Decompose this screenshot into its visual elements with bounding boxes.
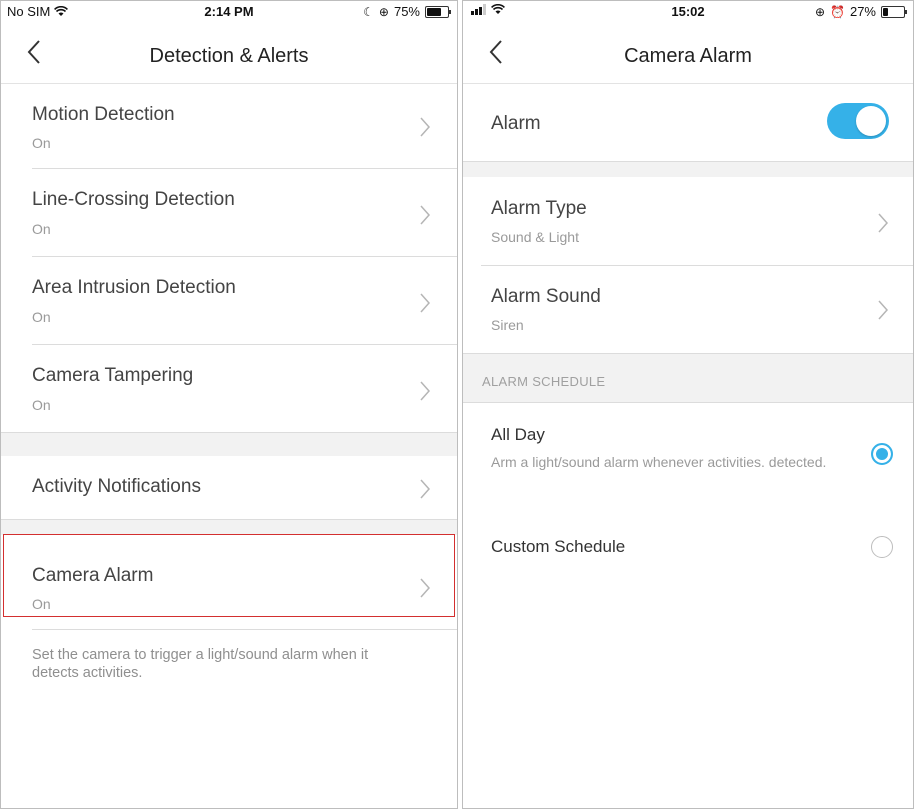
battery-percent: 27% — [849, 4, 876, 19]
divider — [32, 629, 457, 630]
item-label: Alarm Sound — [491, 286, 601, 307]
nav-bar: Detection & Alerts — [1, 21, 457, 84]
page-title: Camera Alarm — [624, 45, 752, 67]
list-item-activity-notifications[interactable]: Activity Notifications — [1, 456, 457, 519]
battery-icon — [881, 5, 907, 18]
item-value: Siren — [491, 317, 524, 333]
list-item-camera-tampering[interactable]: Camera Tampering On — [1, 345, 457, 432]
alarm-clock-icon: ⏰ — [830, 4, 845, 19]
option-label: All Day — [491, 425, 545, 444]
section-gap — [1, 519, 457, 536]
item-label: Camera Alarm — [32, 565, 154, 586]
list-item-alarm-type[interactable]: Alarm Type Sound & Light — [463, 177, 913, 265]
item-label: Activity Notifications — [32, 476, 201, 497]
rotation-lock-icon: ⊕ — [814, 4, 826, 19]
list-item-camera-alarm[interactable]: Camera Alarm On — [1, 535, 457, 617]
chevron-right-icon — [878, 300, 889, 320]
section-header-alarm-schedule: ALARM SCHEDULE — [463, 353, 913, 403]
all-day-radio[interactable] — [871, 443, 893, 465]
section-header-label: ALARM SCHEDULE — [482, 374, 606, 389]
option-custom-schedule[interactable]: Custom Schedule — [463, 521, 913, 571]
option-description: Arm a light/sound alarm whenever activit… — [491, 454, 827, 470]
section-gap — [463, 161, 913, 178]
battery-percent: 75% — [393, 4, 420, 19]
chevron-right-icon — [420, 293, 431, 313]
list-item-alarm-sound[interactable]: Alarm Sound Siren — [463, 266, 913, 353]
item-status: On — [32, 135, 51, 151]
nav-bar: Camera Alarm — [463, 21, 913, 84]
alarm-toggle[interactable] — [827, 103, 889, 139]
page-title: Detection & Alerts — [149, 45, 309, 67]
list-item-motion-detection[interactable]: Motion Detection On — [1, 84, 457, 168]
item-label: Alarm Type — [491, 198, 587, 219]
item-label: Motion Detection — [32, 104, 175, 125]
list-item-line-crossing-detection[interactable]: Line-Crossing Detection On — [1, 169, 457, 256]
item-label: Line-Crossing Detection — [32, 189, 235, 210]
left-screen: No SIM 2:14 PM ☾ ⊕ 75% Detection & Alert… — [0, 0, 458, 809]
item-status: On — [32, 221, 51, 237]
list-item-area-intrusion-detection[interactable]: Area Intrusion Detection On — [1, 257, 457, 344]
right-screen: 15:02 ⊕ ⏰ 27% Camera Alarm Alarm Alarm T… — [462, 0, 914, 809]
status-bar: No SIM 2:14 PM ☾ ⊕ 75% — [1, 1, 457, 21]
battery-icon — [425, 5, 451, 18]
chevron-right-icon — [420, 381, 431, 401]
item-status: On — [32, 397, 51, 413]
item-label: Area Intrusion Detection — [32, 277, 236, 298]
chevron-right-icon — [420, 578, 431, 598]
item-label: Camera Tampering — [32, 365, 194, 386]
item-status: On — [32, 309, 51, 325]
custom-schedule-radio[interactable] — [871, 536, 893, 558]
toggle-knob — [856, 106, 886, 136]
item-value: Sound & Light — [491, 229, 579, 245]
status-bar: 15:02 ⊕ ⏰ 27% — [463, 1, 913, 21]
option-all-day[interactable]: All Day Arm a light/sound alarm whenever… — [463, 403, 913, 503]
moon-icon: ☾ — [363, 4, 374, 19]
chevron-right-icon — [420, 479, 431, 499]
section-gap — [1, 432, 457, 457]
rotation-lock-icon: ⊕ — [378, 4, 389, 19]
chevron-right-icon — [420, 205, 431, 225]
chevron-right-icon — [420, 117, 431, 137]
camera-alarm-footnote: Set the camera to trigger a light/sound … — [32, 647, 369, 681]
option-label: Custom Schedule — [491, 537, 626, 556]
item-status: On — [32, 596, 51, 612]
alarm-label: Alarm — [491, 113, 541, 134]
chevron-right-icon — [878, 213, 889, 233]
